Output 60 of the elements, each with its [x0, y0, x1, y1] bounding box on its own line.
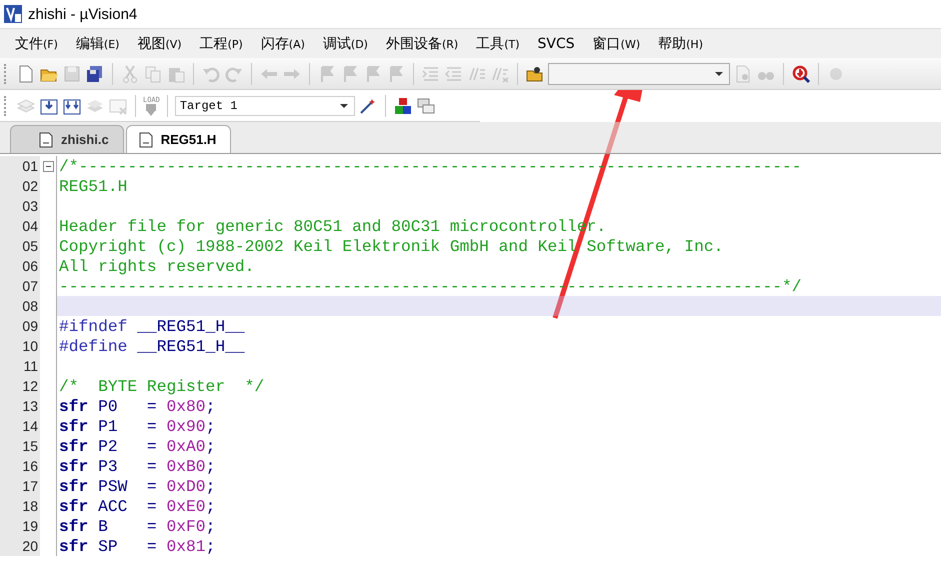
- file-tab[interactable]: REG51.H: [126, 125, 232, 153]
- scissors-icon[interactable]: [120, 64, 140, 84]
- line-number: 17: [0, 476, 40, 496]
- menu-item[interactable]: 闪存(A): [252, 34, 314, 52]
- save-all-icon[interactable]: [85, 64, 105, 84]
- menu-item[interactable]: 视图(V): [128, 34, 191, 52]
- app-logo-icon: [4, 5, 22, 23]
- code-line: /* BYTE Register */: [59, 376, 264, 396]
- code-line: sfr B = 0xF0;: [59, 516, 216, 536]
- code-line: sfr P1 = 0x90;: [59, 416, 216, 436]
- code-line: REG51.H: [59, 176, 128, 196]
- code-line: All rights reserved.: [59, 256, 254, 276]
- line-number: 09: [0, 316, 40, 336]
- line-number: 11: [0, 356, 40, 376]
- code-line: #define __REG51_H__: [59, 336, 245, 356]
- line-number: 13: [0, 396, 40, 416]
- file-icon: [138, 132, 153, 148]
- line-number: 07: [0, 276, 40, 296]
- code-line: #ifndef __REG51_H__: [59, 316, 245, 336]
- code-line: Copyright (c) 1988-2002 Keil Elektronik GmbH and Keil Software, Inc.: [59, 236, 724, 256]
- code-line: sfr SP = 0x81;: [59, 536, 216, 556]
- line-number: 12: [0, 376, 40, 396]
- menu-item[interactable]: SVCS: [528, 36, 584, 52]
- debug-magnifier-icon[interactable]: [791, 64, 811, 84]
- code-line: sfr P3 = 0xB0;: [59, 456, 216, 476]
- windows-icon[interactable]: [416, 96, 436, 116]
- line-number: 20: [0, 536, 40, 556]
- load-arrow-icon: [144, 104, 158, 116]
- menu-item[interactable]: 工程(P): [190, 34, 252, 52]
- line-number: 04: [0, 216, 40, 236]
- line-number: 16: [0, 456, 40, 476]
- line-number: 02: [0, 176, 40, 196]
- target-dropdown[interactable]: Target 1: [174, 96, 355, 116]
- code-line: sfr PSW = 0xD0;: [59, 476, 216, 496]
- code-line: sfr ACC = 0xE0;: [59, 496, 216, 516]
- menu-item[interactable]: 文件(F): [6, 34, 67, 52]
- menu-item[interactable]: 窗口(W): [584, 34, 650, 52]
- menu-item[interactable]: 编辑(E): [66, 34, 128, 52]
- line-number: 10: [0, 336, 40, 356]
- file-icon: [39, 132, 53, 148]
- line-number: 06: [0, 256, 40, 276]
- menu-item[interactable]: 外围设备(R): [376, 34, 468, 52]
- line-number: 19: [0, 516, 40, 536]
- colored-blocks-icon[interactable]: [392, 96, 413, 116]
- menu-item[interactable]: 工具(T): [467, 34, 529, 52]
- menu-item[interactable]: 调试(D): [314, 34, 377, 52]
- copy-icon[interactable]: [143, 64, 163, 84]
- line-number: 15: [0, 436, 40, 456]
- line-number: 14: [0, 416, 40, 436]
- collapse-icon[interactable]: [42, 160, 54, 172]
- line-number: 01: [0, 156, 40, 176]
- line-number: 05: [0, 236, 40, 256]
- line-number: 03: [0, 196, 40, 216]
- menu-item[interactable]: 帮助(H): [649, 34, 712, 52]
- file-tab[interactable]: zhishi.c: [10, 125, 124, 153]
- window-title: zhishi - µVision4: [28, 6, 138, 22]
- line-number: 18: [0, 496, 40, 516]
- line-number: 08: [0, 296, 40, 316]
- code-line: sfr P2 = 0xA0;: [59, 436, 216, 456]
- code-line: sfr P0 = 0x80;: [59, 396, 216, 416]
